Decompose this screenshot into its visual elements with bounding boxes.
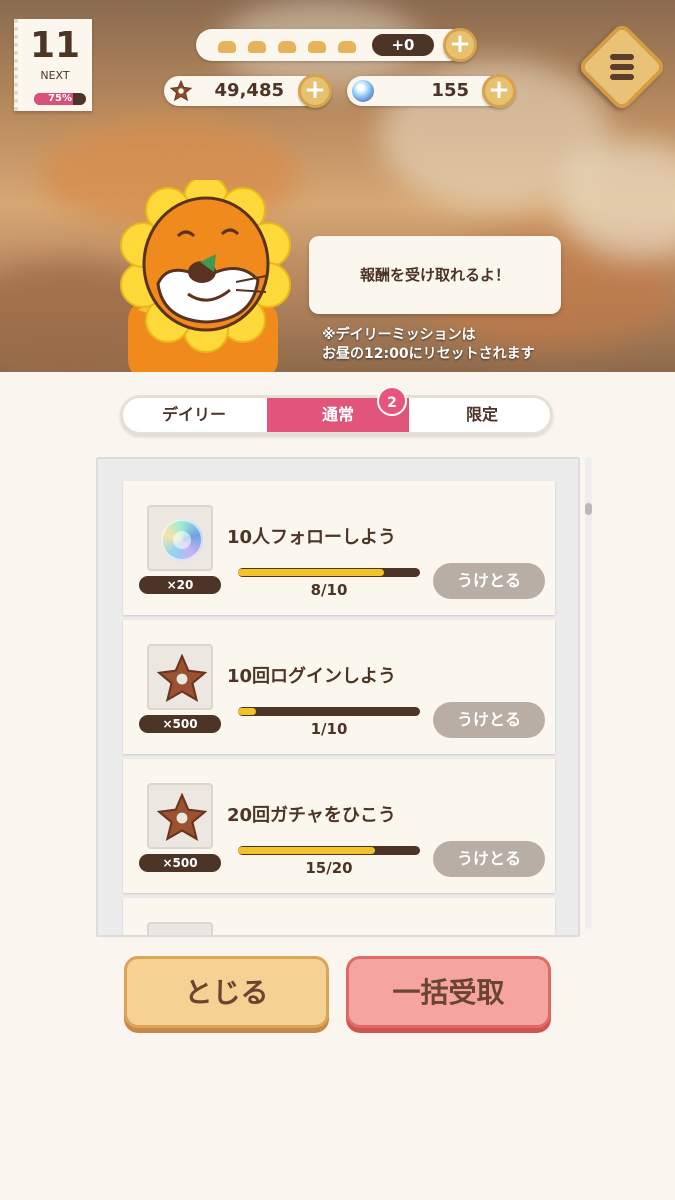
add-coins-button[interactable]: +: [298, 74, 332, 108]
cookie-coin-icon: [170, 80, 192, 102]
mission-title: 20回ガチャをひこう: [227, 805, 396, 826]
mission-progress-bar: [238, 846, 420, 855]
gem-icon: [352, 80, 374, 102]
reward-icon-box: [147, 783, 213, 849]
tab-limited[interactable]: 限定: [411, 398, 553, 432]
reward-quantity: ×500: [139, 854, 221, 872]
mission-card: ×500 10回ログインしよう 1/10 うけとる: [123, 620, 555, 754]
mission-progress-fill: [238, 569, 384, 576]
notification-badge: 2: [377, 386, 407, 416]
level-number: 11: [29, 25, 81, 66]
stamina-paw-icon: [336, 37, 358, 53]
hamburger-icon[interactable]: [605, 50, 639, 84]
add-gems-button[interactable]: +: [482, 74, 516, 108]
mission-progress-fill: [238, 847, 375, 854]
reset-notice-line1: ※デイリーミッションは: [322, 327, 476, 343]
mission-title: 10回ログインしよう: [227, 666, 397, 687]
reward-icon-box: [147, 644, 213, 710]
level-progress-bar: 75%: [34, 93, 86, 105]
mission-progress-text: 8/10: [310, 581, 348, 599]
stamina-paw-icon: [276, 37, 298, 53]
cookie-coin-icon: [157, 654, 207, 702]
stamina-count: +0: [372, 34, 434, 56]
speech-bubble: 報酬を受け取れるよ！: [309, 236, 561, 314]
reward-icon-box: [147, 505, 213, 571]
stamina-paw-icon: [306, 37, 328, 53]
mission-progress-text: 15/20: [305, 859, 353, 877]
mission-progress-fill: [238, 708, 257, 715]
stamina-paw-icon: [246, 37, 268, 53]
stamina-pill: +0: [196, 29, 466, 61]
scrollbar[interactable]: [585, 457, 592, 929]
reward-icon-box: [147, 922, 213, 935]
claim-button[interactable]: うけとる: [433, 841, 545, 877]
claim-all-button[interactable]: 一括受取: [346, 956, 551, 1028]
reward-quantity: ×20: [139, 576, 221, 594]
lion-mascot: [120, 180, 291, 372]
claim-button[interactable]: うけとる: [433, 563, 545, 599]
level-next-label: NEXT: [40, 69, 70, 82]
mission-card-partial: [123, 898, 555, 935]
mission-progress-text: 1/10: [310, 720, 348, 738]
mission-card: ×20 10人フォローしよう 8/10 うけとる: [123, 481, 555, 615]
add-stamina-button[interactable]: +: [443, 28, 477, 62]
player-level-badge[interactable]: 11 NEXT 75%: [14, 19, 92, 111]
mission-tabs: デイリー 通常 限定 2: [120, 386, 553, 435]
reset-notice: ※デイリーミッションは お昼の12:00にリセットされます: [322, 326, 642, 364]
tab-daily[interactable]: デイリー: [123, 398, 265, 432]
gem-icon: [161, 519, 203, 561]
stamina-paw-icon: [216, 37, 238, 53]
scrollbar-thumb[interactable]: [585, 503, 592, 515]
coin-amount: 49,485: [214, 80, 284, 101]
mission-title: 10人フォローしよう: [227, 527, 397, 548]
mission-card: ×500 20回ガチャをひこう 15/20 うけとる: [123, 759, 555, 893]
gem-amount: 155: [431, 80, 469, 101]
reset-notice-line2: お昼の12:00にリセットされます: [322, 346, 535, 362]
coin-pill: 49,485: [164, 76, 320, 106]
level-progress-text: 75%: [48, 93, 72, 104]
claim-button[interactable]: うけとる: [433, 702, 545, 738]
close-button[interactable]: とじる: [124, 956, 329, 1028]
mission-progress-bar: [238, 568, 420, 577]
cookie-coin-icon: [157, 793, 207, 841]
reward-quantity: ×500: [139, 715, 221, 733]
mission-list[interactable]: ×20 10人フォローしよう 8/10 うけとる ×500 10回ログインしよう…: [96, 457, 580, 937]
mission-progress-bar: [238, 707, 420, 716]
